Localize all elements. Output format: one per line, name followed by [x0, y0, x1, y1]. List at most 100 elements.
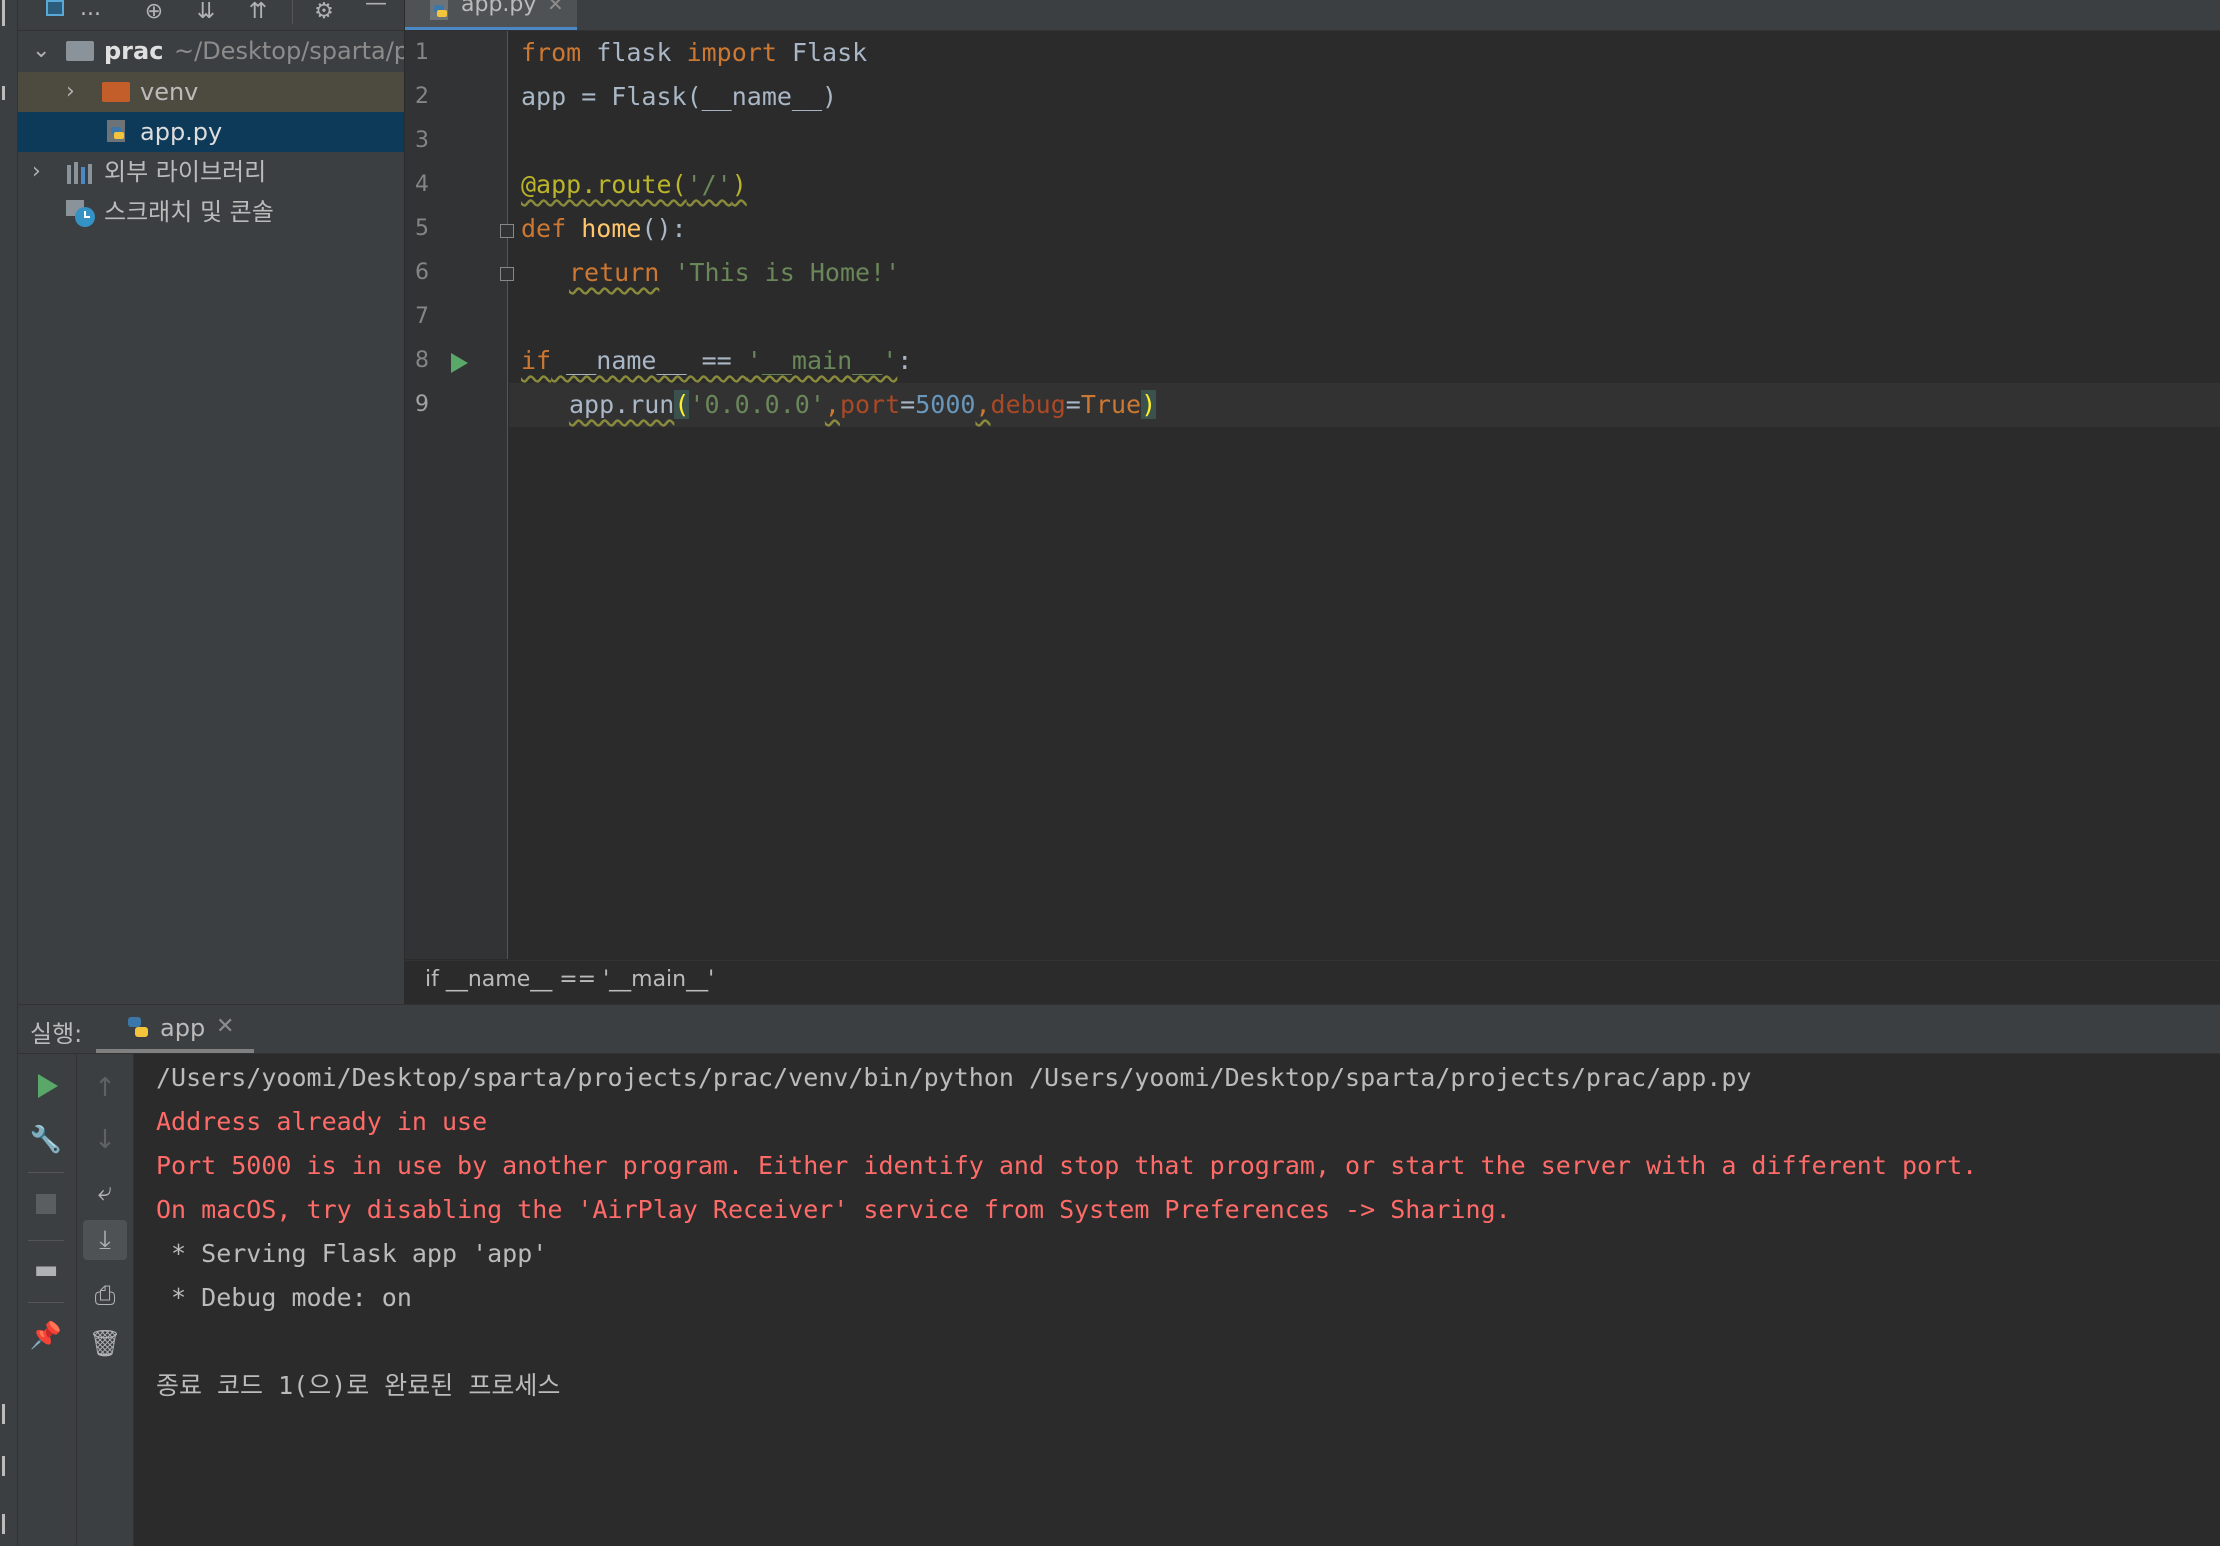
tab-label: app.py	[461, 0, 537, 17]
code-token: home	[581, 214, 642, 243]
code-token: flask	[581, 38, 687, 67]
code-editor[interactable]: 1 2 3 4 5 6 7 8 9 from flask import Flas…	[405, 31, 2220, 959]
toolbar-separator	[28, 1240, 64, 1241]
code-token: =	[1065, 390, 1081, 419]
pin-icon[interactable]: 📌	[26, 1316, 66, 1356]
chevron-right-icon[interactable]: ›	[66, 72, 75, 112]
run-gutter-icon[interactable]	[451, 353, 468, 373]
collapse-all-icon[interactable]: ⇈	[244, 1, 272, 26]
tab-label: app	[160, 1014, 206, 1042]
code-token: ,	[824, 390, 840, 419]
editor-gutter: 1 2 3 4 5 6 7 8 9	[405, 31, 508, 959]
tree-item-external-libraries[interactable]: › 외부 라이브러리	[18, 152, 404, 192]
line-number: 3	[415, 128, 429, 153]
arrow-down-icon[interactable]: ↓	[85, 1120, 125, 1160]
tree-item-venv[interactable]: › venv	[18, 72, 404, 112]
expand-all-icon[interactable]: ⇊	[192, 1, 220, 26]
toolbar-separator	[28, 1172, 64, 1173]
tab-active-indicator	[96, 1049, 254, 1053]
tab-run-app[interactable]: app ✕	[96, 1005, 254, 1053]
run-toolbar-secondary: ↑ ↓ ⤶ ⤓ ⎙ 🗑	[77, 1054, 134, 1546]
toolbar-separator	[28, 1302, 64, 1303]
rerun-icon[interactable]	[38, 1074, 58, 1098]
project-view-icon[interactable]	[46, 0, 64, 16]
folder-icon	[66, 41, 94, 61]
code-token: )	[731, 170, 747, 199]
stop-icon[interactable]	[36, 1194, 56, 1214]
project-tree: ⌄ prac ~/Desktop/sparta/p › venv app.py …	[18, 31, 404, 1004]
strip-tab-marker[interactable]	[2, 86, 5, 100]
line-number: 7	[415, 304, 429, 329]
code-token: :	[897, 346, 913, 375]
editor-tab-bar: app.py ✕	[405, 0, 2220, 31]
tab-app-py[interactable]: app.py ✕	[405, 0, 577, 30]
python-file-icon	[107, 120, 125, 142]
strip-tab-marker[interactable]	[2, 1404, 5, 1424]
soft-wrap-icon[interactable]: ⤶	[85, 1172, 125, 1212]
code-token: ,	[975, 390, 991, 419]
folder-icon	[102, 82, 130, 102]
strip-tab-marker[interactable]	[2, 1514, 5, 1534]
code-line-8: if __name__ == '__main__':	[521, 339, 912, 383]
tree-item-label: prac	[104, 37, 164, 65]
line-number: 6	[415, 260, 429, 285]
trash-icon[interactable]: 🗑	[85, 1324, 125, 1364]
toolbar-separator	[292, 0, 293, 24]
console-line: * Debug mode: on	[156, 1283, 412, 1312]
code-line-1: from flask import Flask	[521, 31, 867, 75]
console-line-error: Address already in use	[156, 1107, 488, 1136]
python-icon	[128, 1017, 148, 1037]
tree-item-scratches[interactable]: 스크래치 및 콘솔	[18, 192, 404, 232]
fold-marker-icon[interactable]	[500, 224, 514, 238]
code-token: import	[686, 38, 777, 67]
line-number: 4	[415, 172, 429, 197]
tree-item-label: 외부 라이브러리	[104, 158, 267, 186]
code-token: (	[674, 390, 690, 419]
strip-tab-marker[interactable]	[2, 0, 5, 26]
code-token: def	[521, 214, 567, 243]
run-panel-title: 실행:	[30, 1020, 83, 1048]
arrow-up-icon[interactable]: ↑	[85, 1068, 125, 1108]
locate-file-icon[interactable]: ⊕	[140, 1, 168, 26]
code-token: from	[521, 38, 582, 67]
code-token: app.run	[569, 390, 675, 419]
line-number: 8	[415, 348, 429, 373]
code-token: if	[521, 346, 552, 375]
run-toolbar-primary: 🔧 ▬ 📌	[18, 1054, 77, 1546]
code-token: =	[900, 390, 916, 419]
close-icon[interactable]: ✕	[547, 0, 564, 16]
code-line-5: def home():	[521, 207, 687, 251]
minimize-icon[interactable]: —	[362, 0, 390, 18]
line-number: 2	[415, 84, 429, 109]
tree-item-app-py[interactable]: app.py	[18, 112, 404, 152]
code-token: ():	[641, 214, 687, 243]
project-view-selector[interactable]: ...	[80, 0, 101, 21]
scratch-clock-icon	[66, 200, 95, 227]
code-line-4: @app.route('/')	[521, 163, 747, 207]
tree-item-label: 스크래치 및 콘솔	[104, 198, 274, 226]
gear-icon[interactable]: ⚙	[310, 1, 338, 26]
layout-icon[interactable]: ▬	[26, 1250, 66, 1290]
close-icon[interactable]: ✕	[216, 1014, 234, 1039]
code-token: port	[839, 390, 901, 419]
code-line-2: app = Flask(__name__)	[521, 75, 837, 119]
line-number: 1	[415, 40, 429, 65]
tree-item-prac[interactable]: ⌄ prac ~/Desktop/sparta/p	[18, 31, 404, 71]
breadcrumb-item[interactable]: if __name__ == '__main__'	[425, 967, 714, 992]
wrench-icon[interactable]: 🔧	[26, 1120, 66, 1160]
strip-tab-marker[interactable]	[2, 1456, 5, 1476]
chevron-down-icon[interactable]: ⌄	[32, 31, 50, 71]
print-icon[interactable]: ⎙	[85, 1276, 125, 1316]
breadcrumb[interactable]: if __name__ == '__main__'	[405, 960, 2220, 1003]
scroll-to-end-icon[interactable]: ⤓	[83, 1220, 127, 1260]
fold-marker-icon[interactable]	[500, 267, 514, 281]
code-token: return	[569, 258, 660, 287]
chevron-right-icon[interactable]: ›	[32, 152, 41, 192]
code-token: '__main__'	[746, 346, 898, 375]
console-output[interactable]: /Users/yoomi/Desktop/sparta/projects/pra…	[134, 1054, 2220, 1546]
tree-item-label: app.py	[140, 118, 223, 146]
code-line-6: return 'This is Home!'	[569, 251, 900, 295]
left-tool-strip	[0, 0, 18, 1546]
